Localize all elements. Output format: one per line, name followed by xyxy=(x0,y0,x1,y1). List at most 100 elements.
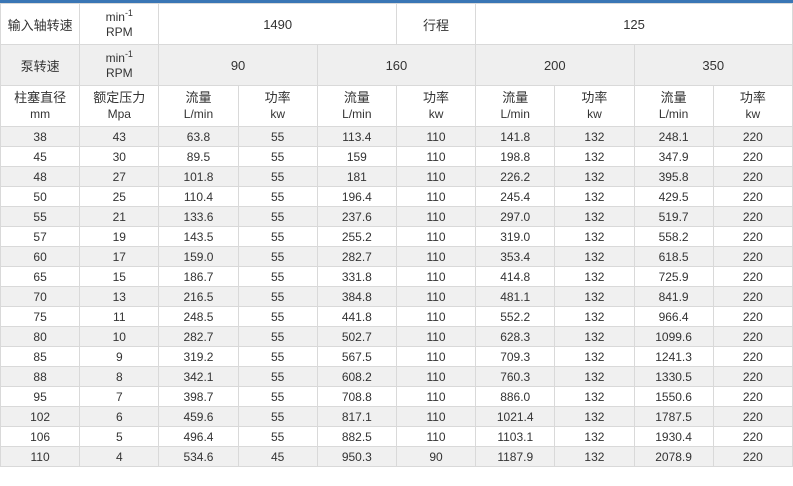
table-cell: 429.5 xyxy=(634,187,713,207)
table-cell: 141.8 xyxy=(476,127,555,147)
table-cell: 502.7 xyxy=(317,327,396,347)
table-cell: 817.1 xyxy=(317,407,396,427)
table-cell: 220 xyxy=(713,287,792,307)
table-cell: 55 xyxy=(238,147,317,167)
column-header-power-4: 功率 kw xyxy=(713,86,792,127)
table-cell: 159.0 xyxy=(159,247,238,267)
table-cell: 950.3 xyxy=(317,447,396,467)
table-cell: 132 xyxy=(555,307,634,327)
table-cell: 226.2 xyxy=(476,167,555,187)
table-cell: 237.6 xyxy=(317,207,396,227)
header-row-columns: 柱塞直径 mm 额定压力 Mpa 流量 L/min 功率 kw 流量 L/min… xyxy=(1,86,793,127)
table-cell: 55 xyxy=(238,427,317,447)
table-cell: 220 xyxy=(713,227,792,247)
table-cell: 248.5 xyxy=(159,307,238,327)
table-cell: 347.9 xyxy=(634,147,713,167)
table-cell: 132 xyxy=(555,287,634,307)
table-cell: 132 xyxy=(555,387,634,407)
table-cell: 558.2 xyxy=(634,227,713,247)
pump-spec-table: 输入轴转速 min-1 RPM 1490 行程 125 泵转速 min-1 RP… xyxy=(0,3,793,467)
table-cell: 220 xyxy=(713,167,792,187)
table-cell: 19 xyxy=(80,227,159,247)
table-cell: 55 xyxy=(238,327,317,347)
table-cell: 342.1 xyxy=(159,367,238,387)
table-cell: 132 xyxy=(555,147,634,167)
table-cell: 220 xyxy=(713,247,792,267)
table-cell: 90 xyxy=(396,447,475,467)
pump-speed-90: 90 xyxy=(159,45,317,86)
column-header-flow-1: 流量 L/min xyxy=(159,86,238,127)
column-header-power-3: 功率 kw xyxy=(555,86,634,127)
table-cell: 319.0 xyxy=(476,227,555,247)
table-cell: 60 xyxy=(1,247,80,267)
table-body: 384363.855113.4110141.8132248.1220453089… xyxy=(1,127,793,467)
table-cell: 25 xyxy=(80,187,159,207)
table-row: 5521133.655237.6110297.0132519.7220 xyxy=(1,207,793,227)
table-cell: 113.4 xyxy=(317,127,396,147)
table-cell: 220 xyxy=(713,347,792,367)
table-cell: 132 xyxy=(555,427,634,447)
input-speed-value: 1490 xyxy=(159,4,397,45)
table-cell: 55 xyxy=(238,247,317,267)
table-cell: 186.7 xyxy=(159,267,238,287)
table-cell: 45 xyxy=(1,147,80,167)
table-cell: 55 xyxy=(238,187,317,207)
table-row: 7511248.555441.8110552.2132966.4220 xyxy=(1,307,793,327)
table-row: 4827101.855181110226.2132395.8220 xyxy=(1,167,793,187)
input-shaft-speed-label: 输入轴转速 xyxy=(1,4,80,45)
table-cell: 198.8 xyxy=(476,147,555,167)
table-row: 453089.555159110198.8132347.9220 xyxy=(1,147,793,167)
table-cell: 110 xyxy=(396,287,475,307)
table-cell: 1187.9 xyxy=(476,447,555,467)
table-cell: 331.8 xyxy=(317,267,396,287)
unit-rpm: RPM xyxy=(106,25,133,39)
table-cell: 132 xyxy=(555,247,634,267)
table-cell: 48 xyxy=(1,167,80,187)
table-cell: 45 xyxy=(238,447,317,467)
table-cell: 55 xyxy=(238,347,317,367)
table-cell: 88 xyxy=(1,367,80,387)
header-row-input-speed: 输入轴转速 min-1 RPM 1490 行程 125 xyxy=(1,4,793,45)
table-cell: 628.3 xyxy=(476,327,555,347)
table-cell: 220 xyxy=(713,327,792,347)
table-row: 957398.755708.8110886.01321550.6220 xyxy=(1,387,793,407)
pump-speed-200: 200 xyxy=(476,45,634,86)
table-cell: 220 xyxy=(713,147,792,167)
table-cell: 220 xyxy=(713,427,792,447)
table-cell: 132 xyxy=(555,207,634,227)
table-cell: 85 xyxy=(1,347,80,367)
header-row-pump-speed: 泵转速 min-1 RPM 90 160 200 350 xyxy=(1,45,793,86)
pump-speed-label: 泵转速 xyxy=(1,45,80,86)
table-cell: 608.2 xyxy=(317,367,396,387)
unit-base: min xyxy=(106,10,125,24)
table-cell: 102 xyxy=(1,407,80,427)
table-cell: 110 xyxy=(396,387,475,407)
table-cell: 101.8 xyxy=(159,167,238,187)
unit-rpm: RPM xyxy=(106,66,133,80)
table-cell: 255.2 xyxy=(317,227,396,247)
table-cell: 132 xyxy=(555,347,634,367)
table-cell: 886.0 xyxy=(476,387,555,407)
table-cell: 459.6 xyxy=(159,407,238,427)
table-cell: 4 xyxy=(80,447,159,467)
table-row: 8010282.755502.7110628.31321099.6220 xyxy=(1,327,793,347)
table-cell: 110 xyxy=(396,407,475,427)
table-cell: 414.8 xyxy=(476,267,555,287)
table-cell: 132 xyxy=(555,327,634,347)
table-cell: 110 xyxy=(396,147,475,167)
table-row: 5719143.555255.2110319.0132558.2220 xyxy=(1,227,793,247)
table-cell: 220 xyxy=(713,207,792,227)
table-cell: 21 xyxy=(80,207,159,227)
table-cell: 38 xyxy=(1,127,80,147)
table-row: 1065496.455882.51101103.11321930.4220 xyxy=(1,427,793,447)
table-cell: 55 xyxy=(238,287,317,307)
table-cell: 110 xyxy=(396,347,475,367)
pump-speed-160: 160 xyxy=(317,45,475,86)
table-cell: 95 xyxy=(1,387,80,407)
table-cell: 110 xyxy=(396,267,475,287)
table-cell: 75 xyxy=(1,307,80,327)
table-cell: 143.5 xyxy=(159,227,238,247)
table-cell: 55 xyxy=(238,267,317,287)
unit-base: min xyxy=(106,51,125,65)
table-cell: 1103.1 xyxy=(476,427,555,447)
